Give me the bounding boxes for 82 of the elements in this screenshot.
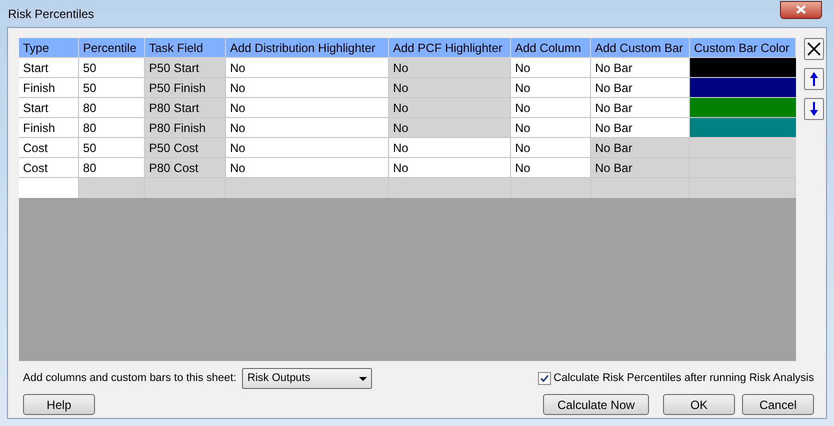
cancel-button[interactable]: Cancel xyxy=(742,394,814,415)
table-cell[interactable]: No Bar xyxy=(591,158,690,178)
table-cell[interactable]: 50 xyxy=(79,58,145,78)
color-swatch[interactable] xyxy=(690,98,796,118)
table-cell[interactable]: No xyxy=(389,78,511,98)
new-row-cell[interactable] xyxy=(19,178,79,198)
table-cell[interactable]: 50 xyxy=(79,78,145,98)
table-cell[interactable]: No Bar xyxy=(591,138,690,158)
table-cell[interactable]: No xyxy=(226,158,389,178)
column-header: Add Column xyxy=(511,38,591,58)
table-cell[interactable]: No xyxy=(226,118,389,138)
column-header: Task Field xyxy=(145,38,226,58)
sheet-label: Add columns and custom bars to this sheet: xyxy=(23,371,236,386)
table-cell[interactable]: No xyxy=(226,78,389,98)
column-header: Add Custom Bar xyxy=(591,38,690,58)
table-cell[interactable]: 50 xyxy=(79,138,145,158)
table-cell[interactable]: No xyxy=(511,118,591,138)
close-button[interactable] xyxy=(780,0,822,18)
table-cell[interactable]: No xyxy=(226,98,389,118)
table-cell[interactable]: No xyxy=(389,98,511,118)
new-row-cell[interactable] xyxy=(226,178,389,198)
delete-row-button[interactable] xyxy=(804,38,824,60)
table-cell[interactable]: Start xyxy=(19,58,79,78)
table-cell[interactable]: No xyxy=(511,138,591,158)
table-cell[interactable]: No xyxy=(511,58,591,78)
arrow-up-icon xyxy=(809,71,819,87)
table-cell[interactable]: No Bar xyxy=(591,58,690,78)
table-cell[interactable]: No xyxy=(511,78,591,98)
move-down-button[interactable] xyxy=(804,98,824,120)
x-icon xyxy=(807,42,821,56)
help-button[interactable]: Help xyxy=(23,394,95,415)
table-cell[interactable]: Finish xyxy=(19,118,79,138)
column-header: Type xyxy=(19,38,79,58)
table-cell[interactable]: No Bar xyxy=(591,118,690,138)
calculate-after-checkbox[interactable]: Calculate Risk Percentiles after running Risk Analysis xyxy=(538,370,814,387)
arrow-down-icon xyxy=(809,101,819,117)
table-cell[interactable]: No xyxy=(511,158,591,178)
new-row-cell[interactable] xyxy=(389,178,511,198)
color-swatch[interactable] xyxy=(690,58,796,78)
table-cell[interactable]: P80 Start xyxy=(145,98,226,118)
column-header: Add PCF Highlighter xyxy=(389,38,511,58)
table-cell[interactable]: No Bar xyxy=(591,98,690,118)
close-icon xyxy=(796,5,806,14)
new-row-cell[interactable] xyxy=(145,178,226,198)
move-up-button[interactable] xyxy=(804,68,824,90)
color-swatch[interactable] xyxy=(690,78,796,98)
dropdown-caret-icon xyxy=(359,376,368,380)
sheet-dropdown[interactable]: Risk Outputs xyxy=(242,368,372,389)
new-row-cell[interactable] xyxy=(690,178,796,198)
new-row-cell[interactable] xyxy=(79,178,145,198)
table-cell[interactable]: No xyxy=(226,138,389,158)
table-cell[interactable]: No xyxy=(226,58,389,78)
table-cell[interactable] xyxy=(690,138,796,158)
table-cell[interactable]: No xyxy=(389,118,511,138)
table-cell[interactable]: P80 Finish xyxy=(145,118,226,138)
table-cell[interactable] xyxy=(690,158,796,178)
table-cell[interactable]: Cost xyxy=(19,138,79,158)
table-cell[interactable]: 80 xyxy=(79,98,145,118)
table-cell[interactable]: No Bar xyxy=(591,78,690,98)
table-cell[interactable]: 80 xyxy=(79,158,145,178)
window-title: Risk Percentiles xyxy=(8,6,94,22)
table-cell[interactable]: P50 Cost xyxy=(145,138,226,158)
checkmark-icon xyxy=(540,374,549,383)
table-cell[interactable]: No xyxy=(389,58,511,78)
table-cell[interactable]: Start xyxy=(19,98,79,118)
table-cell[interactable]: P80 Cost xyxy=(145,158,226,178)
new-row-cell[interactable] xyxy=(511,178,591,198)
table-cell[interactable]: 80 xyxy=(79,118,145,138)
table-cell[interactable]: No xyxy=(389,138,511,158)
table-cell[interactable]: Cost xyxy=(19,158,79,178)
column-header: Custom Bar Color xyxy=(690,38,796,58)
new-row-cell[interactable] xyxy=(591,178,690,198)
ok-button[interactable]: OK xyxy=(663,394,735,415)
table-cell[interactable]: No xyxy=(511,98,591,118)
table-cell[interactable]: No xyxy=(389,158,511,178)
column-header: Percentile xyxy=(79,38,145,58)
table-cell[interactable]: P50 Finish xyxy=(145,78,226,98)
color-swatch[interactable] xyxy=(690,118,796,138)
column-header: Add Distribution Highlighter xyxy=(226,38,389,58)
calculate-now-button[interactable]: Calculate Now xyxy=(543,394,649,415)
table-cell[interactable]: Finish xyxy=(19,78,79,98)
table-cell[interactable]: P50 Start xyxy=(145,58,226,78)
